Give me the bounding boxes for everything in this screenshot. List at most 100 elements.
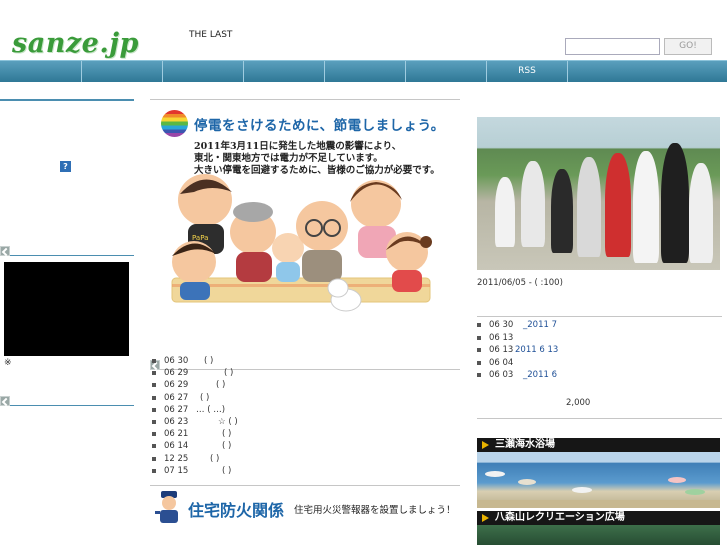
nav-item-rss[interactable]: RSS (487, 61, 568, 82)
bullet-icon (152, 395, 156, 400)
bullet-icon (477, 323, 481, 327)
nav-item-8[interactable] (568, 61, 727, 82)
news-title[interactable]: ( ) (222, 441, 231, 451)
shirt-text: PaPa (192, 234, 208, 242)
video-note: ※ (4, 358, 12, 368)
update-date: 06 13 (489, 332, 514, 343)
site-tagline: THE LAST (189, 30, 233, 40)
news-date: 06 23 (164, 416, 189, 427)
power-saving-banner[interactable]: 停電をさけるために、節電しましょう。 2011年3月11日に発生した地震の影響に… (150, 100, 460, 330)
list-item[interactable]: 06 03 _2011 6 (477, 370, 722, 383)
section-arrow-icon (0, 396, 10, 406)
update-date: 06 13 (489, 345, 514, 356)
nav-item-4[interactable] (244, 61, 325, 82)
news-title[interactable]: ( ) (210, 454, 219, 464)
list-item[interactable]: 06 29 ( ) (152, 368, 452, 380)
news-title[interactable]: … ( …) (196, 405, 225, 415)
list-item[interactable]: 06 27 ( ) (152, 393, 452, 405)
banner-recreation-park[interactable]: 八森山レクリエーション広場 (477, 511, 720, 525)
bullet-icon (152, 468, 156, 473)
update-list: 06 30 _2011 7 06 13 06 13 2011 6 13 06 04 … (477, 320, 722, 383)
list-item[interactable]: 06 27 … ( …) (152, 405, 452, 417)
bullet-icon (152, 432, 156, 437)
update-date: 06 30 (489, 320, 514, 330)
go-button[interactable]: GO! (664, 38, 712, 55)
bullet-icon (152, 407, 156, 412)
bullet-icon (477, 373, 481, 378)
nav-bar: RSS (0, 60, 727, 82)
play-arrow-icon (482, 441, 489, 449)
list-item[interactable]: 07 15 ( ) (152, 466, 452, 478)
sidebar-divider (0, 99, 134, 101)
event-photo[interactable] (477, 117, 720, 270)
bullet-icon (152, 444, 156, 449)
fire-prevention-banner[interactable]: 住宅防火関係 住宅用火災警報器を設置しましょう！ (150, 487, 460, 525)
list-item[interactable]: 06 04 (477, 358, 722, 371)
sidebar-section-video (0, 246, 134, 256)
news-date: 07 15 (164, 465, 189, 476)
update-date: 06 04 (489, 357, 514, 368)
list-item[interactable]: 06 14 ( ) (152, 441, 452, 453)
fire-banner-subtitle: 住宅用火災警報器を設置しましょう！ (294, 505, 456, 516)
bullet-icon (477, 348, 481, 353)
fire-banner-title: 住宅防火関係 (188, 501, 285, 520)
photo-caption: 2011/06/05 - ( :100) (477, 278, 563, 288)
news-date: 12 25 (164, 453, 189, 464)
nav-item-2[interactable] (82, 61, 163, 82)
update-date: 06 03 (489, 370, 514, 381)
news-date: 06 30 (164, 356, 189, 366)
news-date: 06 21 (164, 429, 189, 440)
news-date: 06 29 (164, 380, 189, 391)
news-date: 06 27 (164, 392, 189, 403)
site-logo[interactable]: sanze.jp (12, 28, 139, 59)
list-item[interactable]: 06 30 ( ) (152, 356, 452, 368)
video-player[interactable] (4, 262, 129, 356)
banner-label: 三瀬海水浴場 (495, 439, 555, 450)
police-officer-icon (155, 491, 178, 523)
update-link[interactable]: _2011 7 (523, 320, 557, 330)
list-item[interactable]: 06 13 (477, 333, 722, 346)
sidebar-section (0, 396, 134, 406)
news-date: 06 29 (164, 368, 189, 379)
list-item[interactable]: 06 29 ( ) (152, 380, 452, 392)
list-item[interactable]: 12 25 ( ) (152, 454, 452, 466)
play-arrow-icon (482, 514, 489, 522)
park-photo[interactable] (477, 525, 720, 545)
news-list: 06 30 ( ) 06 29 ( ) 06 29 ( ) 06 27 ( ) 06 2… (152, 356, 452, 478)
news-title[interactable]: ( ) (216, 380, 225, 390)
news-title[interactable]: ( ) (222, 466, 231, 476)
help-icon[interactable]: ? (60, 161, 71, 172)
update-link[interactable]: _2011 6 (523, 370, 557, 380)
news-title[interactable]: ( ) (224, 368, 233, 378)
news-title[interactable]: ( ) (200, 393, 209, 403)
nav-item-3[interactable] (163, 61, 244, 82)
visitor-count: 2,000 (566, 398, 591, 408)
bullet-icon (152, 383, 156, 388)
right-divider (477, 316, 722, 317)
update-link[interactable]: 2011 6 13 (515, 345, 558, 355)
center-divider (150, 485, 460, 486)
beach-photo[interactable] (477, 452, 720, 508)
news-title[interactable]: ☆ ( ) (218, 417, 238, 427)
bullet-icon (477, 335, 481, 340)
list-item[interactable]: 06 23 ☆ ( ) (152, 417, 452, 429)
bullet-icon (152, 456, 156, 461)
right-divider (477, 418, 722, 419)
list-item[interactable]: 06 13 2011 6 13 (477, 345, 722, 358)
section-arrow-icon (0, 246, 10, 256)
list-item[interactable]: 06 21 ( ) (152, 429, 452, 441)
bullet-icon (152, 419, 156, 424)
list-item[interactable]: 06 30 _2011 7 (477, 320, 722, 333)
banner-label: 八森山レクリエーション広場 (495, 512, 625, 523)
search-input[interactable] (565, 38, 660, 55)
banner-beach[interactable]: 三瀬海水浴場 (477, 438, 720, 452)
nav-item-1[interactable] (0, 61, 82, 82)
family-illustration: PaPa (171, 174, 432, 312)
bullet-icon (477, 360, 481, 365)
news-title[interactable]: ( ) (204, 356, 213, 366)
news-title[interactable]: ( ) (222, 429, 231, 439)
nav-item-6[interactable] (406, 61, 487, 82)
nav-item-5[interactable] (325, 61, 406, 82)
news-date: 06 14 (164, 441, 189, 452)
news-date: 06 27 (164, 404, 189, 415)
